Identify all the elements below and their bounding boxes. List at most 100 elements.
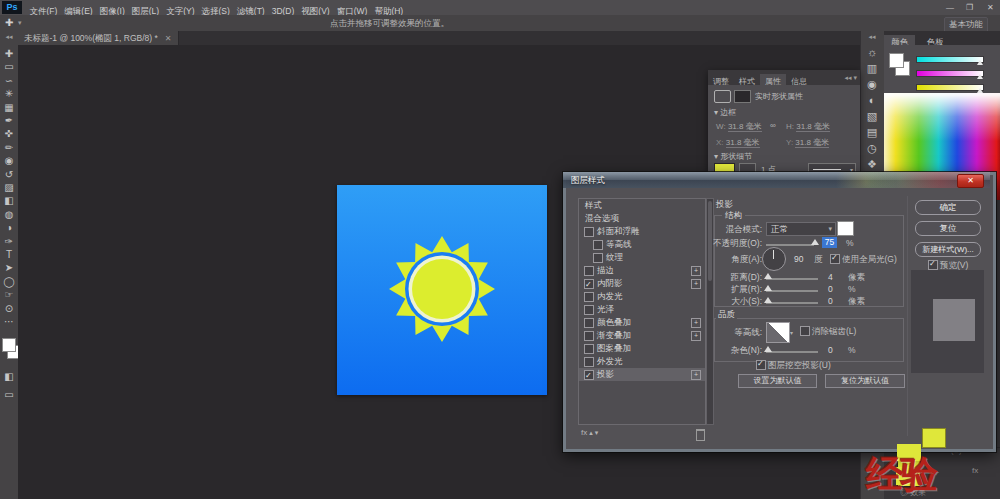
tab-styles[interactable]: 样式 <box>734 74 760 89</box>
tab-close-icon[interactable]: ✕ <box>165 34 172 43</box>
angle-value[interactable]: 90 <box>794 254 803 264</box>
minimize-button[interactable]: — <box>946 0 954 15</box>
layer-comps-icon[interactable]: ▤ <box>860 126 884 139</box>
height-field[interactable]: H: 31.8 毫米 <box>786 121 830 132</box>
eyedropper-tool[interactable]: ✒ <box>0 114 18 127</box>
spread-slider-thumb[interactable] <box>764 285 772 291</box>
antialias-checkbox[interactable] <box>800 326 810 336</box>
clone-stamp-tool[interactable]: ◉ <box>0 154 18 167</box>
styles-header[interactable]: 样式 <box>579 199 705 212</box>
distance-slider-thumb[interactable] <box>764 273 772 279</box>
spread-slider[interactable] <box>766 290 818 292</box>
style-checkbox[interactable] <box>584 370 594 380</box>
restore-button[interactable]: ❐ <box>966 0 973 15</box>
healing-brush-tool[interactable]: ✜ <box>0 127 18 140</box>
reset-default-button[interactable]: 复位为默认值 <box>825 374 905 388</box>
history-icon[interactable]: ◷ <box>860 142 884 155</box>
blur-tool[interactable]: ◍ <box>0 208 18 221</box>
set-default-button[interactable]: 设置为默认值 <box>738 374 817 388</box>
style-item-6[interactable]: 内发光 <box>579 290 705 303</box>
style-checkbox[interactable] <box>584 266 594 276</box>
style-checkbox[interactable] <box>584 305 594 315</box>
brush-presets-icon[interactable]: ❖ <box>860 158 884 171</box>
tab-info[interactable]: 信息 <box>786 74 812 89</box>
x-field[interactable]: X: 31.8 毫米 <box>716 137 760 148</box>
foreground-color-swatch[interactable] <box>2 338 16 352</box>
style-checkbox[interactable] <box>584 318 594 328</box>
green-slider-thumb[interactable] <box>977 74 983 79</box>
delete-style-icon[interactable] <box>696 429 705 441</box>
blend-mode-dropdown[interactable]: 正常 <box>766 222 836 236</box>
style-item-12[interactable]: 投影+ <box>579 368 705 381</box>
toolbar-collapse-icon[interactable]: ◂◂ <box>0 33 18 41</box>
noise-slider-thumb[interactable] <box>764 346 772 352</box>
hand-tool[interactable]: ☞ <box>0 288 18 301</box>
style-item-11[interactable]: 外发光 <box>579 355 705 368</box>
fx-icon[interactable]: fx ▴ ▾ <box>581 428 598 437</box>
3d-icon[interactable]: ▧ <box>860 110 884 123</box>
spread-value[interactable]: 0 <box>828 284 833 294</box>
brush-tool[interactable]: ✏ <box>0 141 18 154</box>
clone-source-icon[interactable]: ◐ <box>860 94 884 106</box>
pen-tool[interactable]: ✑ <box>0 235 18 248</box>
close-button[interactable]: ✕ <box>987 0 994 15</box>
move-tool-icon[interactable]: ✚ <box>5 17 13 28</box>
style-plus-icon[interactable]: + <box>691 266 701 276</box>
link-dimensions-icon[interactable]: ∞ <box>770 121 776 130</box>
size-value[interactable]: 0 <box>828 296 833 306</box>
style-plus-icon[interactable]: + <box>691 370 701 380</box>
lasso-tool[interactable]: ∽ <box>0 74 18 87</box>
new-style-button[interactable]: 新建样式(W)... <box>915 242 981 257</box>
noise-value[interactable]: 0 <box>828 345 833 355</box>
zoom-tool[interactable]: ⊙ <box>0 302 18 315</box>
distance-slider[interactable] <box>766 278 818 280</box>
shape-tool[interactable]: ◯ <box>0 275 18 288</box>
style-plus-icon[interactable]: + <box>691 318 701 328</box>
red-slider-thumb[interactable] <box>977 60 983 65</box>
style-plus-icon[interactable]: + <box>691 279 701 289</box>
green-slider[interactable] <box>916 70 984 77</box>
document-canvas[interactable] <box>337 185 547 395</box>
style-plus-icon[interactable]: + <box>691 331 701 341</box>
reset-button[interactable]: 复位 <box>915 221 981 236</box>
tab-properties[interactable]: 属性 <box>760 74 786 89</box>
style-checkbox[interactable] <box>593 240 603 250</box>
style-item-8[interactable]: 颜色叠加+ <box>579 316 705 329</box>
width-field[interactable]: W: 31.8 毫米 <box>716 121 762 132</box>
dialog-title-bar[interactable]: 图层样式 ✕ <box>563 172 990 188</box>
opacity-slider[interactable] <box>766 244 814 246</box>
style-checkbox[interactable] <box>584 331 594 341</box>
tab-adjustments[interactable]: 调整 <box>708 74 734 89</box>
style-item-5[interactable]: 内阴影+ <box>579 277 705 290</box>
eraser-tool[interactable]: ▨ <box>0 181 18 194</box>
dodge-tool[interactable]: ◑ <box>0 221 18 234</box>
path-selection-tool[interactable]: ➤ <box>0 261 18 274</box>
gradient-tool[interactable]: ◧ <box>0 194 18 207</box>
style-item-4[interactable]: 描边+ <box>579 264 705 277</box>
dock-collapse-icon[interactable]: ◂◂ <box>860 33 884 41</box>
blue-slider[interactable] <box>916 84 984 91</box>
history-brush-tool[interactable]: ↺ <box>0 168 18 181</box>
style-item-10[interactable]: 图案叠加 <box>579 342 705 355</box>
style-checkbox[interactable] <box>584 227 594 237</box>
angle-dial[interactable] <box>762 247 786 271</box>
style-checkbox[interactable] <box>584 279 594 289</box>
move-tool[interactable]: ✚ <box>0 47 18 60</box>
style-item-9[interactable]: 渐变叠加+ <box>579 329 705 342</box>
screen-mode-button[interactable]: ▭ <box>0 388 18 401</box>
quick-selection-tool[interactable]: ✳ <box>0 87 18 100</box>
style-item-7[interactable]: 光泽 <box>579 303 705 316</box>
panel-menu-icon[interactable]: ◂◂ ▾ <box>845 74 858 82</box>
style-checkbox[interactable] <box>593 253 603 263</box>
camera-raw-icon[interactable]: ◉ <box>860 78 884 91</box>
opacity-slider-thumb[interactable] <box>811 239 819 245</box>
style-checkbox[interactable] <box>584 292 594 302</box>
dialog-close-button[interactable]: ✕ <box>957 174 984 188</box>
histogram-icon[interactable]: ▥ <box>860 62 884 75</box>
style-checkbox[interactable] <box>584 357 594 367</box>
size-slider-thumb[interactable] <box>764 297 772 303</box>
knockout-checkbox[interactable] <box>756 360 766 370</box>
ok-button[interactable]: 确定 <box>915 200 981 215</box>
color-panel-foreground-swatch[interactable] <box>889 53 904 68</box>
tool-preset-caret-icon[interactable]: ▾ <box>18 19 22 27</box>
